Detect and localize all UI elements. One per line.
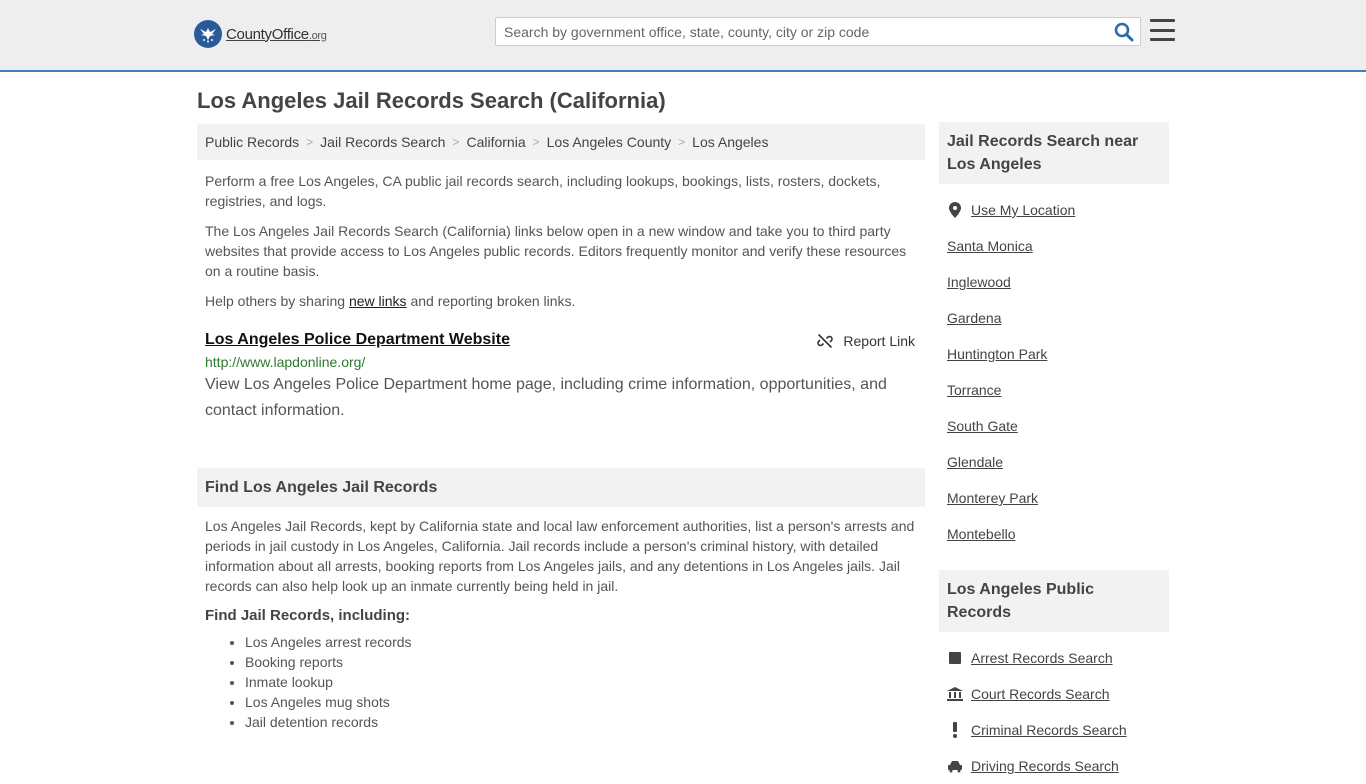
court-records-search-link[interactable]: Court Records Search [947,676,1161,712]
hamburger-menu-icon[interactable] [1150,19,1175,41]
site-logo[interactable]: CountyOffice.org [194,20,327,48]
search-input[interactable] [496,18,1106,45]
logo-tld: .org [308,29,327,42]
find-section-heading: Find Los Angeles Jail Records [197,468,925,507]
list-item: Los Angeles mug shots [245,692,917,712]
search-icon[interactable] [1114,22,1134,42]
list-item: Booking reports [245,652,917,672]
nearby-link-huntington-park[interactable]: Huntington Park [947,336,1161,372]
nearby-link-montebello[interactable]: Montebello [947,516,1161,552]
report-link-button[interactable]: Report Link [817,333,915,349]
nearby-link-torrance[interactable]: Torrance [947,372,1161,408]
map-pin-icon [947,202,963,218]
exclamation-icon [947,722,963,738]
list-item: Los Angeles arrest records [245,632,917,652]
criminal-records-search-link[interactable]: Criminal Records Search [947,712,1161,748]
intro-paragraph-3: Help others by sharing new links and rep… [205,293,576,309]
sidebar: Jail Records Search near Los Angeles Use… [939,122,1169,784]
list-item: Inmate lookup [245,672,917,692]
find-section-subheading: Find Jail Records, including: [205,607,411,624]
report-link-label: Report Link [843,333,915,349]
result-url: http://www.lapdonline.org/ [205,354,366,370]
breadcrumb-public-records[interactable]: Public Records [205,134,299,150]
list-item: Jail detention records [245,712,917,732]
breadcrumb-separator-icon: > [306,135,314,149]
nearby-link-gardena[interactable]: Gardena [947,300,1161,336]
nearby-heading: Jail Records Search near Los Angeles [939,122,1169,184]
breadcrumb-separator-icon: > [452,135,460,149]
search-box [495,17,1141,46]
site-header: CountyOffice.org [0,0,1366,72]
breadcrumb: Public Records > Jail Records Search > C… [197,124,925,160]
intro-text: Perform a free Los Angeles, CA public ja… [197,171,925,311]
nearby-link-inglewood[interactable]: Inglewood [947,264,1161,300]
breadcrumb-los-angeles: Los Angeles [692,134,769,150]
page-title: Los Angeles Jail Records Search (Califor… [197,88,666,113]
find-section-body: Los Angeles Jail Records, kept by Califo… [197,516,925,732]
breadcrumb-jail-records-search[interactable]: Jail Records Search [320,134,445,150]
courthouse-icon [947,686,963,702]
result-title-link[interactable]: Los Angeles Police Department Website [205,331,510,349]
breadcrumb-california[interactable]: California [466,134,525,150]
car-icon [947,758,963,774]
result-description: View Los Angeles Police Department home … [205,376,887,419]
eagle-icon [194,20,222,48]
nearby-link-monterey-park[interactable]: Monterey Park [947,480,1161,516]
arrest-records-search-link[interactable]: Arrest Records Search [947,640,1161,676]
result-item: Los Angeles Police Department Website Re… [197,331,925,424]
intro-paragraph-2: The Los Angeles Jail Records Search (Cal… [205,223,907,279]
public-records-list: Arrest Records Search Court Records Sear… [939,640,1169,784]
breadcrumb-separator-icon: > [678,135,686,149]
find-section-paragraph: Los Angeles Jail Records, kept by Califo… [205,518,915,594]
square-icon [947,650,963,666]
broken-link-icon [817,333,834,349]
breadcrumb-los-angeles-county[interactable]: Los Angeles County [547,134,672,150]
nearby-list: Use My Location Santa Monica Inglewood G… [939,192,1169,552]
logo-name: CountyOffice [226,25,309,43]
use-my-location-link[interactable]: Use My Location [947,192,1161,228]
breadcrumb-separator-icon: > [532,135,540,149]
main-content: Public Records > Jail Records Search > C… [197,124,925,732]
intro-paragraph-1: Perform a free Los Angeles, CA public ja… [205,173,881,209]
nearby-link-glendale[interactable]: Glendale [947,444,1161,480]
find-records-list: Los Angeles arrest records Booking repor… [205,632,917,732]
public-records-heading: Los Angeles Public Records [939,570,1169,632]
new-links-link[interactable]: new links [349,293,407,309]
driving-records-search-link[interactable]: Driving Records Search [947,748,1161,784]
nearby-link-south-gate[interactable]: South Gate [947,408,1161,444]
nearby-link-santa-monica[interactable]: Santa Monica [947,228,1161,264]
